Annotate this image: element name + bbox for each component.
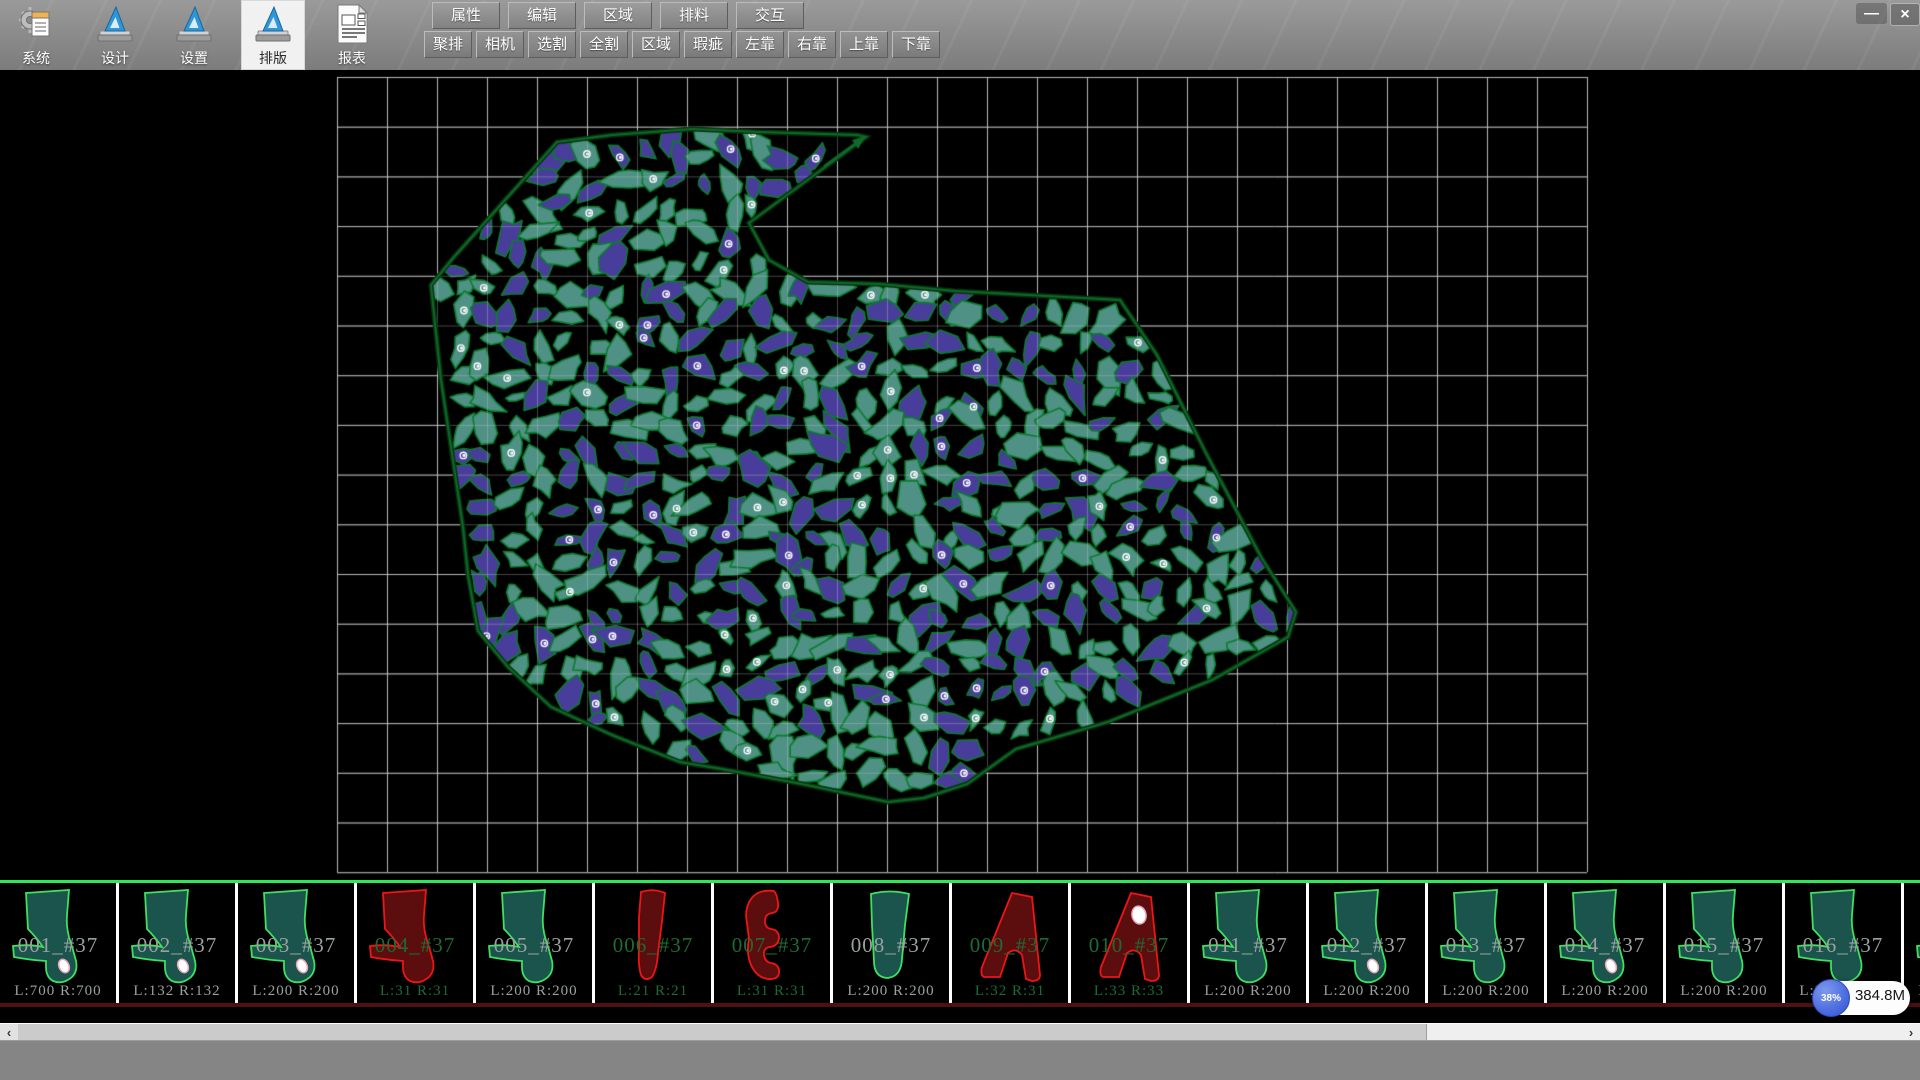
tool-下靠[interactable]: 下靠 [892,31,940,58]
piece-thumbnail-strip: 001_#37L:700 R:700002_#37L:132 R:132003_… [0,880,1920,1007]
piece-name: 001_#37 [0,933,116,958]
piece-name: 017_#37 [1904,933,1920,958]
piece-name: 004_#37 [357,933,473,958]
memory-accelerator-badge[interactable]: 38% 384.8M [1812,980,1912,1016]
piece-lr-count: L:132 R:132 [119,983,235,1000]
thumbnail-cell[interactable]: 005_#37 L:200 R:200 [476,883,595,1003]
piece-name: 011_#37 [1190,933,1306,958]
tool-左靠[interactable]: 左靠 [736,31,784,58]
report-icon [330,2,374,46]
main-button-设置[interactable]: 设置 [162,0,226,70]
piece-name: 003_#37 [238,933,354,958]
main-button-label: 系统 [22,48,50,68]
scroll-left-button[interactable]: ‹ [0,1024,18,1041]
status-bar [0,1040,1920,1080]
close-button[interactable]: × [1890,3,1920,26]
piece-lr-count: L:700 R:700 [0,983,116,1000]
piece-lr-count: L:200 R:200 [1666,983,1782,1000]
piece-lr-count: L:21 R:21 [595,983,711,1000]
tool-上靠[interactable]: 上靠 [840,31,888,58]
piece-name: 002_#37 [119,933,235,958]
main-button-报表[interactable]: 报表 [320,0,384,70]
piece-name: 005_#37 [476,933,592,958]
tool-选割[interactable]: 选割 [528,31,576,58]
thumbnail-cell[interactable]: 015_#37 L:200 R:200 [1666,883,1785,1003]
piece-lr-count: L:200 R:200 [1428,983,1544,1000]
tool-聚排[interactable]: 聚排 [424,31,472,58]
main-button-label: 排版 [259,48,287,68]
thumbnail-cell[interactable]: 007_#37 L:31 R:31 [714,883,833,1003]
piece-lr-count: L:200 R:200 [1190,983,1306,1000]
ruler-icon [251,2,295,46]
thumbnail-cell[interactable]: 008_#37 L:200 R:200 [833,883,952,1003]
tool-右靠[interactable]: 右靠 [788,31,836,58]
piece-lr-count: L:200 R:200 [476,983,592,1000]
tool-相机[interactable]: 相机 [476,31,524,58]
piece-name: 014_#37 [1547,933,1663,958]
piece-name: 009_#37 [952,933,1068,958]
percent-ball: 38% [1812,979,1850,1017]
application-window: 系统设计设置排版报表 属性编辑区域排料交互 聚排相机选割全割区域瑕疵左靠右靠上靠… [0,0,1920,1080]
tool-瑕疵[interactable]: 瑕疵 [684,31,732,58]
minimize-button[interactable]: — [1856,3,1887,24]
piece-name: 008_#37 [833,933,949,958]
piece-name: 016_#37 [1785,933,1901,958]
thumbnail-cell[interactable]: 006_#37 L:21 R:21 [595,883,714,1003]
piece-name: 015_#37 [1666,933,1782,958]
piece-lr-count: L:200 R:200 [1547,983,1663,1000]
main-button-排版[interactable]: 排版 [241,0,305,70]
horizontal-scrollbar[interactable]: ‹ › [0,1023,1920,1040]
piece-lr-count: L:33 R:33 [1071,983,1187,1000]
main-button-label: 设计 [101,48,129,68]
menu-区域[interactable]: 区域 [584,2,652,29]
thumbnail-cell[interactable]: 009_#37 L:32 R:31 [952,883,1071,1003]
tool-全割[interactable]: 全割 [580,31,628,58]
tool-区域[interactable]: 区域 [632,31,680,58]
ruler-icon [172,2,216,46]
piece-name: 010_#37 [1071,933,1187,958]
thumbnail-cell[interactable]: 001_#37 L:700 R:700 [0,883,119,1003]
piece-lr-count: L:200 R:200 [238,983,354,1000]
thumbnail-cell[interactable]: 011_#37 L:200 R:200 [1190,883,1309,1003]
piece-name: 013_#37 [1428,933,1544,958]
toolbar: 系统设计设置排版报表 属性编辑区域排料交互 聚排相机选割全割区域瑕疵左靠右靠上靠… [0,0,1920,71]
piece-lr-count: L:31 R:31 [714,983,830,1000]
thumbnail-cell[interactable]: 012_#37 L:200 R:200 [1309,883,1428,1003]
percent-value: 38% [1821,993,1841,1004]
menu-属性[interactable]: 属性 [432,2,500,29]
thumbnail-cell[interactable]: 003_#37 L:200 R:200 [238,883,357,1003]
menu-row-bottom: 聚排相机选割全割区域瑕疵左靠右靠上靠下靠 [424,31,944,58]
menu-排料[interactable]: 排料 [660,2,728,29]
piece-lr-count: L:200 R:200 [833,983,949,1000]
main-button-label: 设置 [180,48,208,68]
thumbnail-cell[interactable]: 014_#37 L:200 R:200 [1547,883,1666,1003]
piece-name: 007_#37 [714,933,830,958]
menu-交互[interactable]: 交互 [736,2,804,29]
memory-value: 384.8M [1852,987,1908,1004]
main-button-label: 报表 [338,48,366,68]
main-icon-toolbar: 系统 设计 设置 排版 报表 [4,0,399,70]
piece-lr-count: L:200 R:200 [1309,983,1425,1000]
thumbnail-cell[interactable]: 010_#37 L:33 R:33 [1071,883,1190,1003]
gear-icon [14,2,58,46]
piece-name: 012_#37 [1309,933,1425,958]
thumbnail-cell[interactable]: 002_#37 L:132 R:132 [119,883,238,1003]
menu-编辑[interactable]: 编辑 [508,2,576,29]
thumbnail-cell[interactable]: 013_#37 L:200 R:200 [1428,883,1547,1003]
piece-name: 006_#37 [595,933,711,958]
nesting-canvas[interactable] [0,70,1920,880]
piece-lr-count: L:32 R:31 [952,983,1068,1000]
scrollbar-thumb[interactable] [18,1024,1427,1041]
ruler-icon [93,2,137,46]
piece-lr-count: L:31 R:31 [357,983,473,1000]
main-button-系统[interactable]: 系统 [4,0,68,70]
main-button-设计[interactable]: 设计 [83,0,147,70]
menu-row-top: 属性编辑区域排料交互 [432,2,812,29]
thumbnail-cell[interactable]: 004_#37 L:31 R:31 [357,883,476,1003]
scroll-right-button[interactable]: › [1902,1024,1920,1041]
